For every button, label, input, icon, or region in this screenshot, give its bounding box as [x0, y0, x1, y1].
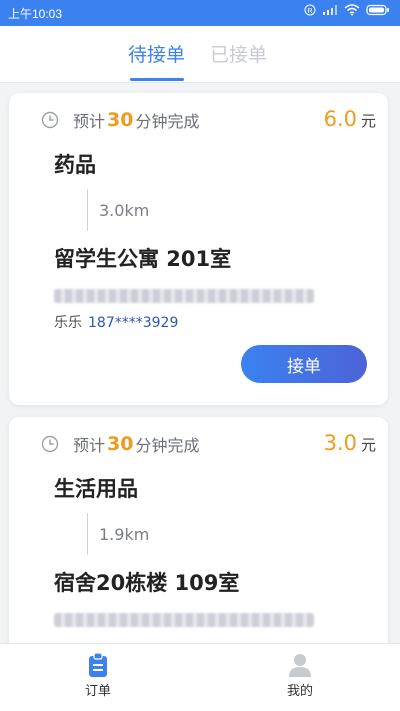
- price-unit: 元: [360, 112, 376, 130]
- price-unit: 元: [360, 436, 376, 454]
- battery-icon: [366, 4, 389, 16]
- price-amount: 6.0: [323, 107, 357, 131]
- distance: 1.9km: [99, 525, 150, 544]
- contact-info: 乐乐 187****3929: [54, 312, 178, 332]
- goods-name: 药品: [54, 153, 96, 177]
- clock-icon: [41, 435, 59, 453]
- nav-orders-label: 订单: [84, 684, 111, 699]
- distance: 3.0km: [99, 201, 150, 220]
- eta-suffix: 分钟完成: [135, 436, 200, 455]
- eta-row: 预计 30 分钟完成: [41, 432, 199, 456]
- eta-prefix: 预计: [73, 436, 106, 455]
- price-amount: 3.0: [323, 431, 357, 455]
- order-tabs: 待接单 已接单: [0, 26, 400, 83]
- signal-icon: [323, 5, 337, 15]
- eta-minutes: 30: [107, 433, 134, 455]
- svg-text:R: R: [307, 8, 312, 15]
- destination: 留学生公寓 201室: [54, 247, 232, 271]
- eta-prefix: 预计: [73, 112, 106, 131]
- order-price: 3.0 元: [324, 431, 376, 455]
- destination: 宿舍20栋楼 109室: [54, 571, 240, 595]
- goods-name: 生活用品: [54, 477, 138, 501]
- order-price: 6.0 元: [324, 107, 376, 131]
- r-icon: R: [304, 4, 316, 16]
- clock-icon: [41, 111, 59, 129]
- tab-accepted[interactable]: 已接单: [210, 40, 267, 67]
- blurred-address: [54, 289, 314, 303]
- bottom-nav: 订单 我的: [0, 643, 400, 711]
- contact-name: 乐乐: [54, 315, 82, 331]
- contact-phone[interactable]: 187****3929: [88, 315, 178, 331]
- route-divider: [87, 513, 88, 555]
- active-tab-indicator: [130, 78, 184, 81]
- nav-mine-label: 我的: [286, 684, 313, 699]
- user-icon: [289, 654, 311, 677]
- clipboard-icon: [89, 652, 107, 677]
- route-divider: [87, 189, 88, 231]
- eta-minutes: 30: [107, 109, 134, 131]
- accept-order-button[interactable]: 接单: [241, 345, 367, 383]
- nav-mine[interactable]: 我的: [250, 652, 350, 699]
- order-card[interactable]: 预计 30 分钟完成 6.0 元 药品 3.0km 留学生公寓 201室 乐乐 …: [9, 93, 388, 405]
- tab-pending[interactable]: 待接单: [128, 40, 185, 67]
- wifi-icon: [344, 4, 360, 16]
- order-list[interactable]: 预计 30 分钟完成 6.0 元 药品 3.0km 留学生公寓 201室 乐乐 …: [0, 83, 400, 643]
- status-time: 上午10:03: [8, 7, 63, 21]
- nav-orders[interactable]: 订单: [48, 652, 148, 699]
- blurred-address: [54, 613, 314, 627]
- eta-row: 预计 30 分钟完成: [41, 108, 199, 132]
- status-bar: 上午10:03 R: [0, 0, 400, 26]
- order-card[interactable]: 预计 30 分钟完成 3.0 元 生活用品 1.9km 宿舍20栋楼 109室: [9, 417, 388, 643]
- eta-suffix: 分钟完成: [135, 112, 200, 131]
